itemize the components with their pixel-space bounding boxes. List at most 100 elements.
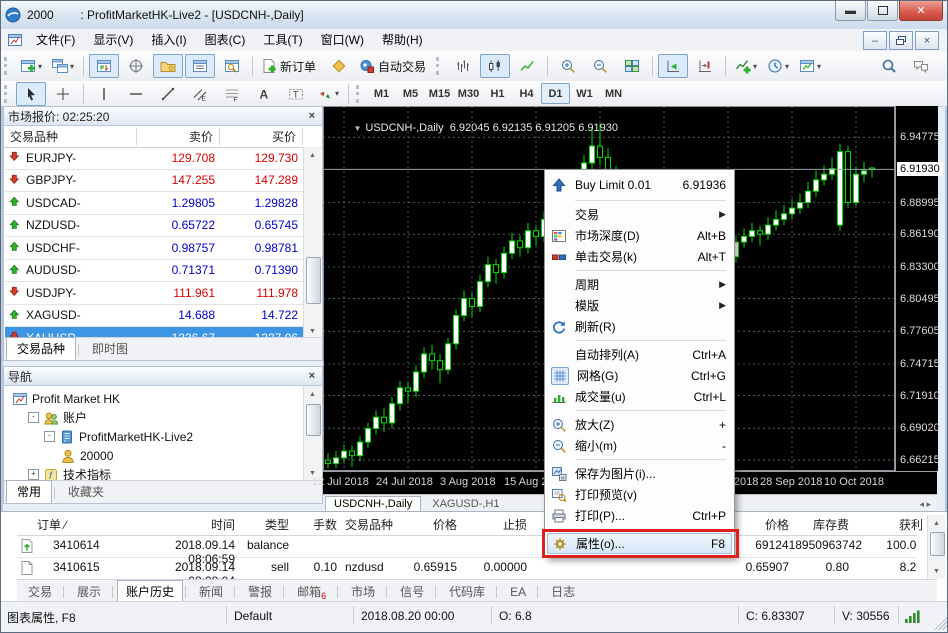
terminal-tab-3[interactable]: 账户历史 — [117, 580, 183, 603]
navigator-tab-2[interactable]: 收藏夹 — [57, 480, 115, 503]
terminal-column-2[interactable]: 时间 — [129, 515, 235, 535]
candles-mode-button[interactable] — [480, 54, 510, 78]
autotrade-button[interactable]: 自动交易 — [356, 54, 432, 78]
chart-tab-1[interactable]: USDCNH-,Daily — [325, 496, 421, 512]
terminal-row-2[interactable]: 34106152018.09.14 08:08:04sell0.10nzdusd… — [17, 557, 917, 579]
resize-grip[interactable] — [934, 617, 947, 630]
timeframe-m1-button[interactable]: M1 — [367, 83, 396, 104]
terminal-column-5[interactable]: 交易品种 — [345, 515, 415, 535]
toolbar-grip[interactable] — [4, 85, 10, 103]
menu-item-3[interactable]: 插入(I) — [142, 31, 195, 49]
terminal-column-4[interactable]: 手数 — [293, 515, 337, 535]
tree-item-4[interactable]: 20000 — [6, 446, 322, 465]
vertical-line-button[interactable] — [89, 82, 119, 106]
menu-item-6[interactable]: 窗口(W) — [312, 31, 373, 49]
context-menu-item-3[interactable]: 交易▶ — [545, 204, 734, 225]
bars-mode-button[interactable] — [448, 54, 478, 78]
strategy-tester-button[interactable] — [217, 54, 247, 78]
text-label-button[interactable]: T — [281, 82, 311, 106]
timeframe-m5-button[interactable]: M5 — [396, 83, 425, 104]
timeframe-d1-button[interactable]: D1 — [541, 83, 570, 104]
terminal-tab-6[interactable]: 邮箱6 — [288, 580, 335, 603]
metaeditor-button[interactable] — [324, 54, 354, 78]
terminal-column-1[interactable]: 订单 ∕ — [37, 515, 129, 535]
expand-box[interactable]: + — [28, 469, 39, 480]
terminal-tab-10[interactable]: EA — [501, 582, 535, 602]
terminal-column-10[interactable]: 获利 — [863, 515, 923, 535]
navigator-close-icon[interactable]: × — [306, 370, 318, 382]
terminal-tab-9[interactable]: 代码库 — [440, 580, 494, 603]
market-watch-scrollbar[interactable]: ▲ ▼ — [303, 147, 321, 339]
timeframe-m15-button[interactable]: M15 — [425, 83, 454, 104]
terminal-tab-4[interactable]: 新闻 — [190, 580, 232, 603]
terminal-column-3[interactable]: 类型 — [239, 515, 289, 535]
market-watch-row[interactable]: EURJPY-129.708129.730 — [5, 147, 306, 170]
zoom-in-button[interactable] — [553, 54, 583, 78]
cursor-button[interactable] — [16, 82, 46, 106]
expand-box[interactable]: - — [44, 431, 55, 442]
navigator-tab-1[interactable]: 常用 — [6, 480, 52, 503]
market-watch-close-icon[interactable]: × — [306, 110, 318, 122]
timeframe-w1-button[interactable]: W1 — [570, 83, 599, 104]
status-profile[interactable]: Default — [234, 609, 272, 623]
context-menu-item-13[interactable]: 成交量(u)Ctrl+L — [545, 386, 734, 407]
horizontal-line-button[interactable] — [121, 82, 151, 106]
expand-box[interactable]: - — [28, 412, 39, 423]
terminal-column-8[interactable]: 价格 — [739, 515, 789, 535]
restore-button[interactable] — [867, 1, 898, 21]
toolbar-grip[interactable] — [436, 57, 442, 75]
one-click-caret-icon[interactable]: ▼ — [353, 124, 361, 133]
market-watch-row[interactable]: USDJPY-111.961111.978 — [5, 282, 306, 305]
column-symbol[interactable]: 交易品种 — [4, 128, 137, 145]
context-menu-item-18[interactable]: 保存为图片(i)... — [545, 463, 734, 484]
menu-item-5[interactable]: 工具(T) — [254, 31, 311, 49]
text-a-button[interactable]: A — [249, 82, 279, 106]
line-mode-button[interactable] — [512, 54, 542, 78]
market-watch-row[interactable]: USDCAD-1.298051.29828 — [5, 192, 306, 215]
chart-tab-2[interactable]: XAGUSD-,H1 — [423, 496, 508, 512]
timeframe-h1-button[interactable]: H1 — [483, 83, 512, 104]
market-watch-tab-2[interactable]: 即时图 — [81, 337, 139, 360]
child-minimize-button[interactable]: – — [863, 31, 887, 50]
terminal-row-1[interactable]: 34106142018.09.14 08:06:59balance100.006… — [17, 535, 917, 558]
menu-item-1[interactable]: 文件(F) — [27, 31, 84, 49]
child-restore-button[interactable] — [889, 31, 913, 50]
market-watch-row[interactable]: AUDUSD-0.713710.71390 — [5, 260, 306, 283]
context-menu-item-8[interactable]: 模版▶ — [545, 295, 734, 316]
terminal-column-6[interactable]: 价格 — [407, 515, 457, 535]
tree-item-2[interactable]: -账户 — [6, 408, 322, 427]
timeframe-h4-button[interactable]: H4 — [512, 83, 541, 104]
context-menu-item-15[interactable]: 放大(Z)+ — [545, 414, 734, 435]
tree-item-1[interactable]: Profit Market HK — [6, 389, 322, 408]
context-menu-item-1[interactable]: Buy Limit 0.016.91936 — [545, 173, 734, 197]
menu-item-2[interactable]: 显示(V) — [84, 31, 142, 49]
channel-button[interactable]: E — [185, 82, 215, 106]
terminal-tab-8[interactable]: 信号 — [391, 580, 433, 603]
context-menu-item-16[interactable]: 缩小(m)- — [545, 435, 734, 456]
context-menu-item-7[interactable]: 周期▶ — [545, 274, 734, 295]
tile-windows-button[interactable] — [617, 54, 647, 78]
periods-button[interactable]: ▾ — [763, 54, 793, 78]
context-menu-item-19[interactable]: 打印预览(v) — [545, 484, 734, 505]
market-watch-row[interactable]: NZDUSD-0.657220.65745 — [5, 215, 306, 238]
context-menu-item-4[interactable]: 市场深度(D)Alt+B — [545, 225, 734, 246]
column-ask[interactable]: 买价 — [220, 128, 303, 145]
timeframe-mn-button[interactable]: MN — [599, 83, 628, 104]
new-order-button[interactable]: 新订单 — [258, 54, 322, 78]
toolbar-grip[interactable] — [356, 85, 362, 103]
column-bid[interactable]: 卖价 — [137, 128, 220, 145]
market-watch-tab-1[interactable]: 交易品种 — [6, 337, 76, 360]
timeframe-m30-button[interactable]: M30 — [454, 83, 483, 104]
child-close-button[interactable]: × — [915, 31, 939, 50]
chart-shift-button[interactable] — [690, 54, 720, 78]
templates-button[interactable]: ▾ — [795, 54, 825, 78]
crosshair-button[interactable] — [48, 82, 78, 106]
market-watch-row[interactable]: XAGUSD-14.68814.722 — [5, 305, 306, 328]
context-menu-item-11[interactable]: 自动排列(A)Ctrl+A — [545, 344, 734, 365]
menu-item-7[interactable]: 帮助(H) — [373, 31, 432, 49]
fibonacci-button[interactable]: F — [217, 82, 247, 106]
terminal-tab-5[interactable]: 警报 — [239, 580, 281, 603]
terminal-column-9[interactable]: 库存费 — [791, 515, 849, 535]
indicators-add-button[interactable]: ▾ — [731, 54, 761, 78]
context-menu-item-5[interactable]: 单击交易(k)Alt+T — [545, 246, 734, 267]
